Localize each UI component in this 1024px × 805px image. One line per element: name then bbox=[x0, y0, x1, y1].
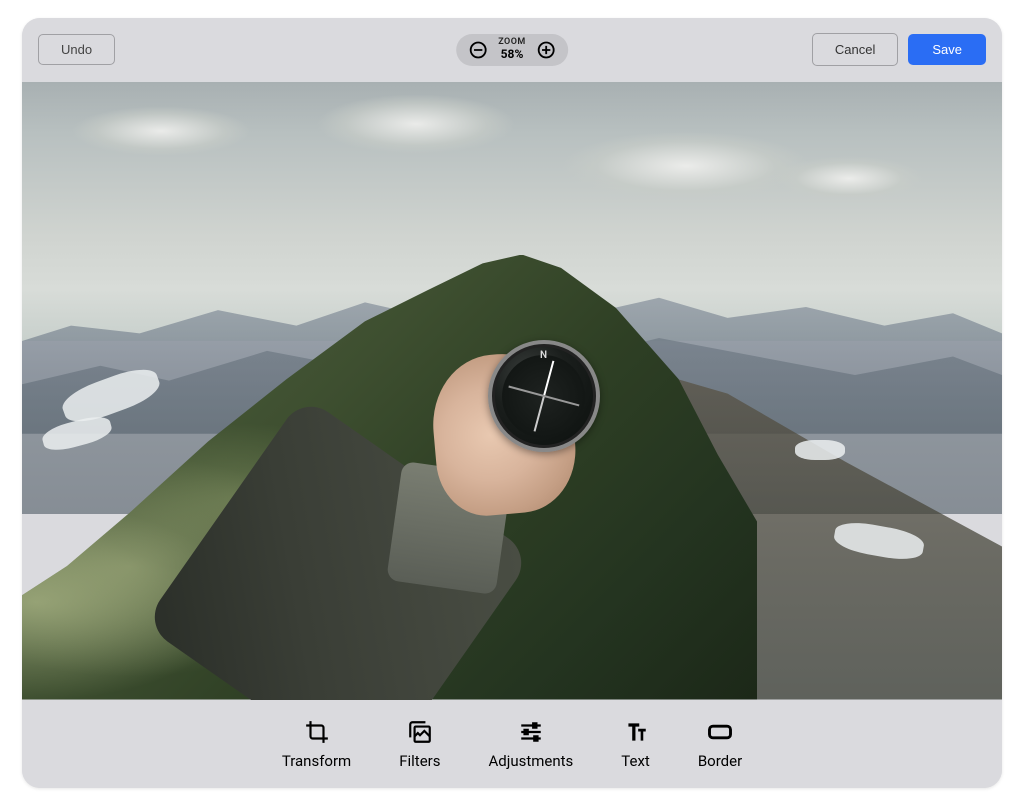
tool-label: Filters bbox=[399, 752, 440, 770]
zoom-out-icon bbox=[468, 40, 488, 60]
image-editor-window: Undo ZOOM 58% bbox=[22, 18, 1002, 788]
zoom-value: 58% bbox=[501, 48, 524, 61]
filters-icon bbox=[406, 718, 434, 746]
top-toolbar: Undo ZOOM 58% bbox=[22, 18, 1002, 82]
zoom-out-button[interactable] bbox=[466, 38, 490, 62]
tool-label: Transform bbox=[282, 752, 351, 770]
crop-icon bbox=[303, 718, 331, 746]
zoom-info: ZOOM 58% bbox=[494, 38, 530, 61]
image-preview: N bbox=[22, 82, 1002, 700]
text-icon bbox=[622, 718, 650, 746]
tool-border[interactable]: Border bbox=[698, 718, 742, 770]
bottom-toolbar: Transform Filters bbox=[22, 700, 1002, 788]
tool-filters[interactable]: Filters bbox=[399, 718, 440, 770]
canvas-area[interactable]: N bbox=[22, 82, 1002, 700]
border-icon bbox=[706, 718, 734, 746]
tool-transform[interactable]: Transform bbox=[282, 718, 351, 770]
cancel-button[interactable]: Cancel bbox=[812, 33, 898, 66]
zoom-in-icon bbox=[536, 40, 556, 60]
adjustments-icon bbox=[517, 718, 545, 746]
tool-adjustments[interactable]: Adjustments bbox=[489, 718, 574, 770]
tool-label: Text bbox=[621, 752, 650, 770]
zoom-control: ZOOM 58% bbox=[456, 34, 568, 66]
tool-label: Border bbox=[698, 752, 742, 770]
undo-button[interactable]: Undo bbox=[38, 34, 115, 65]
tool-label: Adjustments bbox=[489, 752, 574, 770]
tool-text[interactable]: Text bbox=[621, 718, 650, 770]
save-button[interactable]: Save bbox=[908, 34, 986, 65]
zoom-in-button[interactable] bbox=[534, 38, 558, 62]
